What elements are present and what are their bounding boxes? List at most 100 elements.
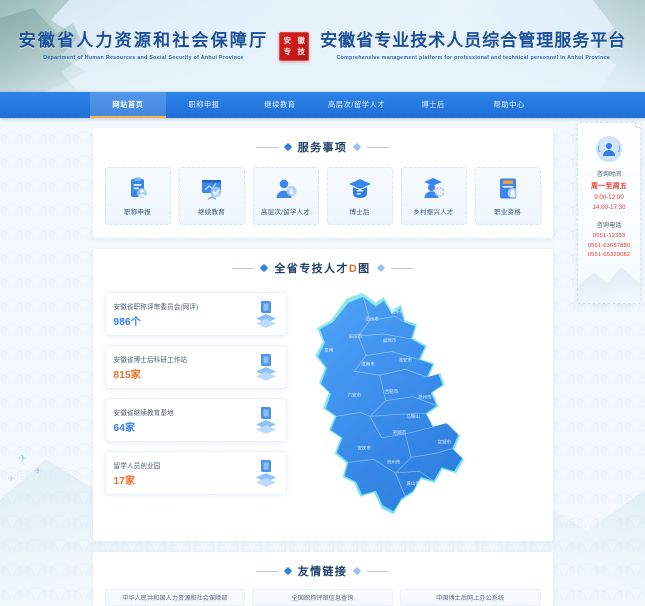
title-line-left: [255, 570, 278, 572]
seal-char: 安: [283, 36, 292, 45]
consult-tel-3[interactable]: 0551-65329082: [578, 251, 640, 261]
nav-item-title-application[interactable]: 职称申报: [166, 92, 242, 118]
department-title-en: Department of Human Resources and Social…: [43, 54, 244, 61]
title-line-right: [390, 267, 413, 269]
stat-card-postdoc-workstation[interactable]: 安徽省博士后科研工作站 815家: [104, 345, 287, 389]
stat-value: 17家: [113, 475, 136, 487]
svg-text:蚌埠市: 蚌埠市: [382, 337, 396, 344]
close-icon[interactable]: ×: [634, 123, 640, 128]
svg-text:池州市: 池州市: [386, 458, 400, 465]
clipboard-person-icon: [125, 177, 151, 201]
friend-link-mohrss[interactable]: 中华人民共和国人力资源和社会保障部: [104, 589, 246, 606]
talent-title-text: 全省专技人才D图: [274, 260, 370, 276]
friend-links-panel: 友情链接 中华人民共和国人力资源和社会保障部 全国职称评审信息查询 中国博士后网…: [92, 552, 553, 606]
widget-mountain-decoration: [578, 267, 640, 303]
nav-item-postdoctoral[interactable]: 博士后: [395, 92, 471, 118]
svg-text:宣城市: 宣城市: [437, 439, 451, 446]
service-card-continuing-education[interactable]: 继续教育: [178, 167, 245, 225]
contact-side-widget: × 咨询时间 周一至周五 9:00-12:00 14:00-17:30 咨询电话…: [577, 122, 641, 304]
talent-title-prefix: 全省专技人才: [274, 263, 349, 275]
service-card-postdoctoral[interactable]: 博士后: [326, 167, 393, 225]
stacked-layers-icon: [254, 352, 278, 382]
friend-links-grid: 中华人民共和国人力资源和社会保障部 全国职称评审信息查询 中国博士后网上办公系统…: [104, 589, 541, 606]
person-cap-icon: [421, 177, 447, 201]
consult-weekday: 周一至周五: [591, 183, 627, 190]
title-line-right: [367, 570, 390, 572]
svg-text:芜湖市: 芜湖市: [392, 429, 406, 436]
stat-label: 留学人员创业园: [113, 462, 161, 470]
title-line-left: [255, 146, 278, 148]
svg-text:滁州市: 滁州市: [418, 394, 432, 401]
svg-text:黄山市: 黄山市: [406, 480, 420, 487]
consult-tel-2[interactable]: 0551-63687880: [578, 242, 640, 252]
consult-time-pm: 14:00-17:30: [592, 204, 626, 211]
service-card-label: 博士后: [349, 208, 370, 216]
official-seal-icon: 安 徽 专 技: [279, 31, 310, 61]
title-diamond-icon: [353, 566, 362, 576]
seal-char: 专: [283, 47, 292, 56]
customer-service-avatar-icon: [596, 136, 622, 162]
service-card-vocational-qualification[interactable]: 职业资格: [474, 167, 541, 225]
nav-item-home[interactable]: 网站首页: [90, 92, 166, 118]
nav-item-high-level-talent[interactable]: 高层次/留学人才: [318, 92, 395, 118]
friend-link-postdoc-system[interactable]: 中国博士后网上办公系统: [399, 589, 541, 606]
service-card-rural-revitalization-talent[interactable]: 乡村振兴人才: [400, 167, 467, 225]
platform-title-block: 安徽省专业技术人员综合管理服务平台 Comprehensive manageme…: [320, 31, 626, 60]
service-grid: 职称申报 继续教育 高层次/留学人才 博士后 乡村振兴人才 职业资格: [104, 167, 541, 225]
stacked-layers-icon: [254, 405, 278, 435]
service-card-title-application[interactable]: 职称申报: [104, 167, 171, 225]
svg-text:淮南市: 淮南市: [361, 360, 375, 367]
title-line-right: [367, 146, 390, 148]
stat-card-overseas-returnee-park[interactable]: 留学人员创业园 17家: [104, 451, 287, 495]
nav-item-help-center[interactable]: 帮助中心: [471, 92, 547, 118]
talent-map-panel: 全省专技人才D图 安徽省职称评审委员会(网评) 986个 安徽省博士后科研工作站…: [92, 249, 553, 541]
service-card-high-level-talent[interactable]: 高层次/留学人才: [252, 167, 319, 225]
platform-title-en: Comprehensive management platform for pr…: [336, 54, 611, 61]
service-card-label: 职业资格: [494, 208, 521, 216]
friend-links-section-title: 友情链接: [105, 563, 541, 579]
stat-label: 安徽省博士后科研工作站: [113, 356, 188, 364]
service-section-title: 服务事项: [105, 139, 541, 155]
talent-section-title: 全省专技人才D图: [105, 260, 541, 276]
seal-char: 徽: [297, 36, 306, 45]
whiteboard-check-icon: [199, 177, 225, 201]
consult-tel-1[interactable]: 0551-12333: [578, 232, 640, 242]
statistics-column: 安徽省职称评审委员会(网评) 986个 安徽省博士后科研工作站 815家 安徽省…: [104, 288, 287, 528]
service-card-label: 职称申报: [124, 208, 151, 216]
title-diamond-icon: [353, 142, 362, 152]
talent-title-accent: D: [348, 263, 359, 275]
site-header: 安徽省人力资源和社会保障厅 Department of Human Resour…: [0, 0, 645, 92]
service-items-panel: 服务事项 职称申报 继续教育 高层次/留学人才 博士后 乡村振兴人才 职业资格: [92, 128, 553, 238]
anhui-province-map[interactable]: 亳州市 宿州市 阜阳市 蚌埠市 阜南 淮安市 淮南市 六安市 合肥市 滁州市 马…: [293, 288, 541, 528]
stat-card-continuing-education-base[interactable]: 安徽省继续教育基地 64家: [104, 398, 287, 442]
person-badge-icon: [273, 177, 299, 201]
title-diamond-icon: [260, 263, 269, 273]
svg-text:六安市: 六安市: [347, 392, 361, 399]
svg-text:宿州市: 宿州市: [390, 308, 404, 315]
department-title-block: 安徽省人力资源和社会保障厅 Department of Human Resour…: [19, 31, 269, 60]
consult-time-label: 咨询时间: [596, 171, 622, 178]
stat-label: 安徽省继续教育基地: [113, 409, 174, 417]
stacked-layers-icon: [254, 458, 278, 488]
friend-link-title-query[interactable]: 全国职称评审信息查询: [252, 589, 393, 606]
talent-title-suffix: 图: [358, 263, 371, 275]
seal-char: 技: [297, 47, 306, 56]
svg-text:亳州市: 亳州市: [365, 315, 379, 322]
svg-text:淮安市: 淮安市: [398, 356, 412, 363]
svg-text:阜阳市: 阜阳市: [348, 333, 362, 340]
service-title-text: 服务事项: [297, 142, 348, 154]
service-card-label: 高层次/留学人才: [261, 208, 310, 216]
title-line-left: [232, 267, 255, 269]
svg-text:马鞍山: 马鞍山: [406, 413, 420, 420]
stat-card-review-committee[interactable]: 安徽省职称评审委员会(网评) 986个: [104, 292, 287, 336]
service-card-label: 继续教育: [198, 208, 225, 216]
stat-value: 986个: [113, 316, 141, 328]
svg-text:阜南: 阜南: [324, 347, 333, 354]
title-diamond-icon: [376, 263, 385, 273]
title-diamond-icon: [283, 142, 292, 152]
platform-title-cn: 安徽省专业技术人员综合管理服务平台: [320, 31, 627, 51]
certificate-icon: [495, 177, 521, 201]
main-content: 服务事项 职称申报 继续教育 高层次/留学人才 博士后 乡村振兴人才 职业资格 …: [0, 118, 645, 606]
nav-item-continuing-education[interactable]: 继续教育: [242, 92, 318, 118]
svg-text:安庆市: 安庆市: [357, 445, 371, 452]
